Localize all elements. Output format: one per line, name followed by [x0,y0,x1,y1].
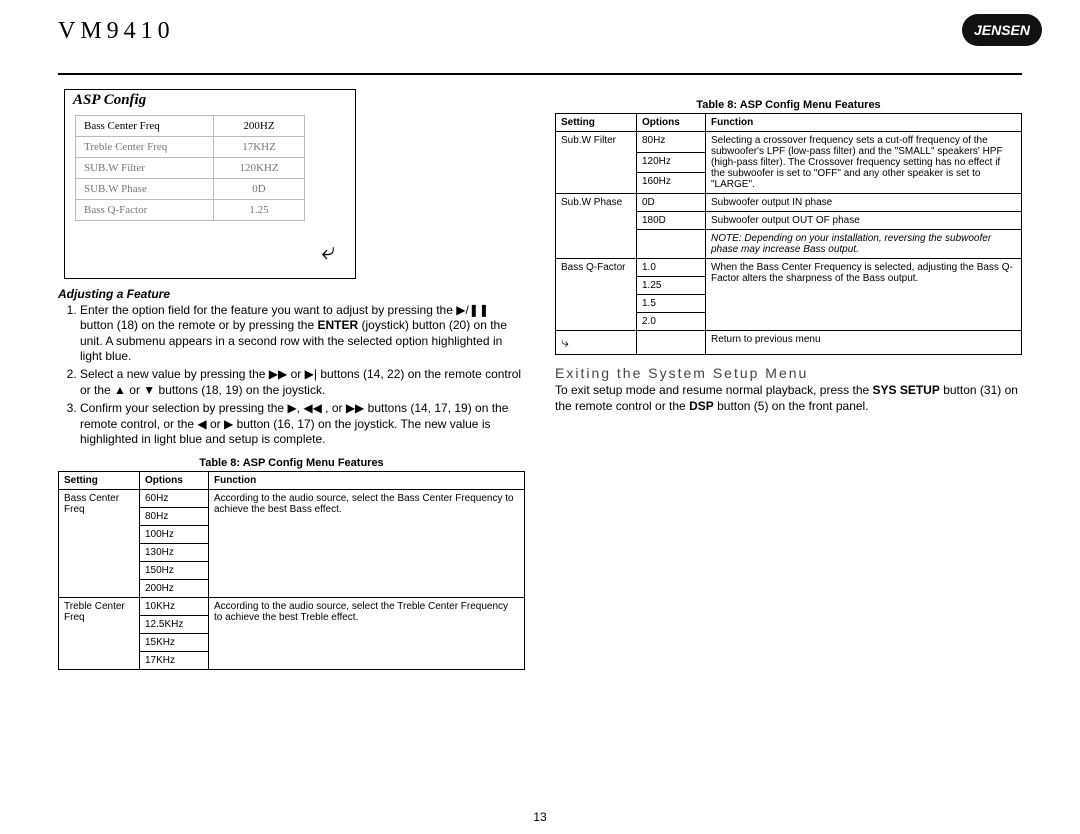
asp-row: SUB.W Phase0D [76,179,305,200]
asp-row: Bass Center Freq200HZ [76,116,305,137]
th-function: Function [209,472,525,490]
page-number: 13 [0,810,1080,824]
left-icon: ◀ [197,417,206,431]
th-options: Options [140,472,209,490]
play-pause-icon: ▶/❚❚ [456,303,489,317]
up-icon: ▲ [114,383,126,397]
return-icon: ⤶ [556,331,637,355]
step-3: Confirm your selection by pressing the ▶… [80,401,525,447]
step-1: Enter the option field for the feature y… [80,303,525,364]
down-icon: ▼ [143,383,155,397]
note-text: NOTE: Depending on your installation, re… [706,230,1022,259]
column-right: Table 8: ASP Config Menu Features Settin… [555,89,1022,670]
asp-config-grid: Bass Center Freq200HZ Treble Center Freq… [75,115,305,221]
rw-icon: ◀◀ [303,401,321,415]
fplay-icon: ▶| [305,367,317,381]
header-rule [58,73,1022,75]
column-left: ASP Config Bass Center Freq200HZ Treble … [58,89,525,670]
model-number: VM9410 [58,18,1022,45]
adjust-steps: Enter the option field for the feature y… [58,303,525,447]
th-setting: Setting [59,472,140,490]
step-2: Select a new value by pressing the ▶▶ or… [80,367,525,398]
return-icon: ⤶ [65,221,355,270]
ff-icon: ▶▶ [269,367,287,381]
right-icon: ▶ [224,417,233,431]
th-function: Function [706,114,1022,132]
ff-icon: ▶▶ [346,401,364,415]
table-caption: Table 8: ASP Config Menu Features [58,457,525,469]
table-caption: Table 8: ASP Config Menu Features [555,99,1022,111]
th-setting: Setting [556,114,637,132]
asp-config-panel: ASP Config Bass Center Freq200HZ Treble … [64,89,356,279]
asp-config-title: ASP Config [65,90,355,115]
asp-row: Bass Q-Factor1.25 [76,200,305,221]
exit-paragraph: To exit setup mode and resume normal pla… [555,383,1022,414]
adjusting-heading: Adjusting a Feature [58,287,525,301]
features-table-right: Setting Options Function Sub.W Filter80H… [555,113,1022,355]
page-root: JENSEN VM9410 ASP Config Bass Center Fre… [0,0,1080,834]
asp-row: Treble Center Freq17KHZ [76,137,305,158]
th-options: Options [637,114,706,132]
asp-row: SUB.W Filter120KHZ [76,158,305,179]
exit-heading: Exiting the System Setup Menu [555,365,1022,381]
play-icon: ▶ [287,401,296,415]
features-table-left: Setting Options Function Bass Center Fre… [58,471,525,670]
